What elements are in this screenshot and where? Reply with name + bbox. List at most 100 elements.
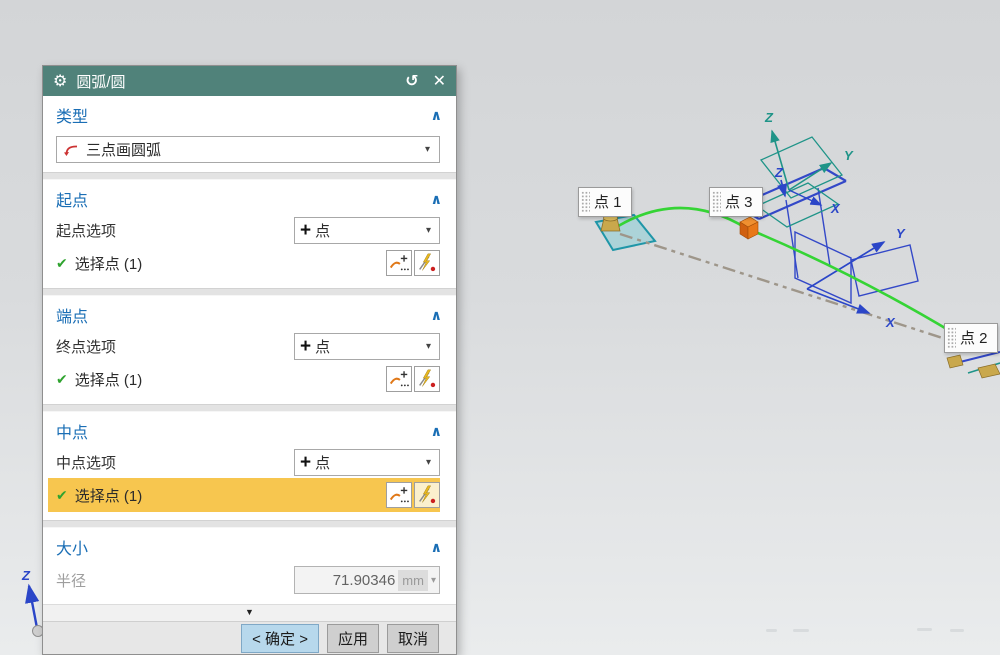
collapse-chevron-icon[interactable]: ∧: [431, 191, 442, 208]
radius-value: 71.90346: [332, 571, 396, 589]
close-icon[interactable]: ✕: [433, 71, 446, 91]
section-title: 大小: [56, 541, 89, 558]
point-icon: +: [300, 335, 312, 357]
radius-label: 半径: [56, 572, 87, 590]
wcs-z-axis-label: Z: [21, 568, 31, 583]
point-label-3[interactable]: 点 3: [709, 187, 763, 217]
start-section-header[interactable]: 起点 ∧: [43, 180, 456, 214]
section-title: 起点: [56, 193, 89, 210]
size-section: 大小 ∧ 半径 71.90346 mm ▾: [43, 528, 456, 604]
chevron-down-icon: ▾: [425, 340, 431, 352]
snap-point-button[interactable]: [414, 482, 440, 508]
blue-y-axis-label: Y: [896, 226, 906, 241]
collapse-chevron-icon[interactable]: ∧: [431, 423, 442, 440]
mid-point-cube[interactable]: [739, 216, 759, 240]
mid-section-header[interactable]: 中点 ∧: [43, 412, 456, 446]
point-label-text: 点 3: [725, 194, 753, 211]
blue-x2-axis-label: X: [885, 315, 896, 330]
section-title: 中点: [56, 425, 89, 442]
arc-type-value: 三点画圆弧: [86, 142, 162, 159]
ok-button[interactable]: < 确定 >: [241, 623, 319, 653]
watermark-mark: [793, 629, 809, 632]
arc-circle-dialog: ⚙ 圆弧/圆 ↺ ✕ 类型 ∧ 三点画圆弧 ▾ 起点 ∧ 起点选项 + 点 ▾ …: [42, 65, 457, 655]
check-icon: ✔: [56, 486, 68, 503]
chevron-down-icon: ▾: [425, 224, 431, 236]
snap-point-button[interactable]: [414, 250, 440, 276]
watermark-mark: [917, 628, 932, 631]
mid-option-value: 点: [315, 454, 331, 472]
check-icon: ✔: [56, 370, 68, 387]
chord-dashed-line[interactable]: [619, 232, 959, 345]
blue-z-axis-label: Z: [774, 165, 784, 180]
point-label-text: 点 1: [594, 194, 622, 211]
dialog-title: 圆弧/圆: [76, 73, 126, 91]
end-select-point-row[interactable]: ✔ 选择点 (1): [48, 362, 440, 396]
point-label-2[interactable]: 点 2: [944, 323, 998, 353]
point-dialog-button[interactable]: [386, 366, 412, 392]
dialog-footer: < 确定 > 应用 取消: [43, 622, 456, 654]
chevron-down-icon: ▾: [425, 456, 431, 468]
drag-grip-icon[interactable]: [712, 191, 721, 213]
start-select-text: 选择点 (1): [74, 255, 143, 273]
type-section: 类型 ∧ 三点画圆弧 ▾: [43, 96, 456, 172]
point-icon: +: [300, 219, 312, 241]
collapse-chevron-icon[interactable]: ∧: [431, 107, 442, 124]
chevron-down-icon: ▾: [430, 574, 436, 586]
drag-grip-icon[interactable]: [947, 327, 956, 349]
three-point-arc-icon: [64, 145, 78, 156]
end-point-cluster[interactable]: [946, 351, 1000, 379]
point-constructor-icon: [389, 255, 409, 271]
collapse-arrow-icon: ▼: [245, 607, 254, 617]
start-option-value: 点: [315, 222, 331, 240]
end-section-header[interactable]: 端点 ∧: [43, 296, 456, 330]
mid-select-point-row-active[interactable]: ✔ 选择点 (1): [48, 478, 440, 512]
section-title: 端点: [56, 309, 89, 326]
mid-point-option-dropdown[interactable]: + 点 ▾: [294, 448, 440, 476]
teal-z-axis-label: Z: [764, 110, 774, 125]
collapse-chevron-icon[interactable]: ∧: [431, 307, 442, 324]
snap-bolt-icon: [419, 485, 436, 504]
point-dialog-button[interactable]: [386, 482, 412, 508]
section-divider: [43, 520, 456, 528]
point-icon: +: [300, 451, 312, 473]
watermark-mark: [766, 629, 777, 632]
mid-point-section: 中点 ∧ 中点选项 + 点 ▾ ✔ 选择点 (1): [43, 412, 456, 520]
check-icon: ✔: [56, 254, 68, 271]
point-label-1[interactable]: 点 1: [578, 187, 632, 217]
size-section-header[interactable]: 大小 ∧: [43, 528, 456, 562]
section-divider: [43, 404, 456, 412]
snap-point-button[interactable]: [414, 366, 440, 392]
start-point-option-dropdown[interactable]: + 点 ▾: [294, 216, 440, 244]
dialog-collapse-strip[interactable]: ▼: [43, 604, 456, 622]
snap-bolt-icon: [419, 253, 436, 272]
section-divider: [43, 172, 456, 180]
radius-input: 71.90346 mm ▾: [294, 566, 440, 594]
point-constructor-icon: [389, 371, 409, 387]
point-label-text: 点 2: [960, 330, 988, 347]
drag-grip-icon[interactable]: [581, 191, 590, 213]
point-dialog-button[interactable]: [386, 250, 412, 276]
start-point-cone[interactable]: [600, 214, 621, 232]
apply-button[interactable]: 应用: [326, 623, 379, 653]
gear-icon[interactable]: ⚙: [53, 71, 67, 91]
end-option-label: 终点选项: [56, 338, 117, 356]
dialog-titlebar[interactable]: ⚙ 圆弧/圆 ↺ ✕: [43, 66, 456, 96]
teal-y-axis-label: Y: [844, 148, 854, 163]
wcs-triad[interactable]: Z: [21, 568, 44, 637]
arc-type-dropdown[interactable]: 三点画圆弧 ▾: [56, 136, 440, 163]
type-section-header[interactable]: 类型 ∧: [43, 96, 456, 130]
point-constructor-icon: [389, 487, 409, 503]
mid-option-label: 中点选项: [56, 454, 117, 472]
cancel-button[interactable]: 取消: [386, 623, 439, 653]
reset-icon[interactable]: ↺: [405, 71, 418, 91]
section-divider: [43, 288, 456, 296]
mid-select-text: 选择点 (1): [74, 487, 143, 505]
end-select-text: 选择点 (1): [74, 371, 143, 389]
snap-bolt-icon: [419, 369, 436, 388]
start-point-section: 起点 ∧ 起点选项 + 点 ▾ ✔ 选择点 (1): [43, 180, 456, 288]
radius-unit: mm: [398, 569, 428, 591]
chevron-down-icon: ▾: [424, 144, 430, 155]
collapse-chevron-icon[interactable]: ∧: [431, 539, 442, 556]
start-select-point-row[interactable]: ✔ 选择点 (1): [48, 246, 440, 280]
end-point-option-dropdown[interactable]: + 点 ▾: [294, 332, 440, 360]
